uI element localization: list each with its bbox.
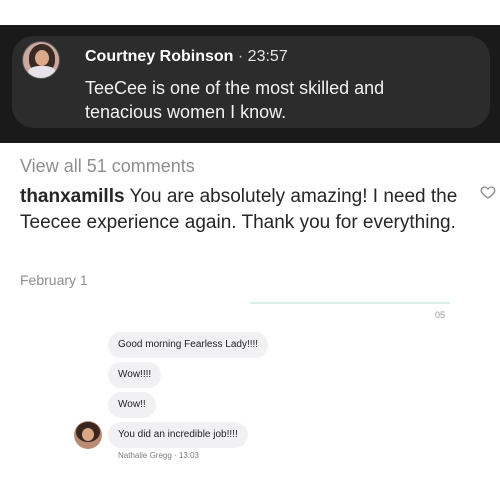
- chat-sender-separator: ·: [174, 451, 177, 460]
- notification-message: TeeCee is one of the most skilled and te…: [85, 78, 385, 122]
- chat-sender-time: 13:03: [178, 451, 199, 460]
- chat-sender-name: Nathalie Gregg: [118, 451, 172, 460]
- chat-sender-line: Nathalie Gregg · 13:03: [118, 451, 199, 460]
- chat-message-bubble: You did an incredible job!!!!: [108, 422, 248, 448]
- notification-time: 23:57: [247, 48, 288, 65]
- notification-separator: ·: [237, 48, 244, 65]
- comment-date: February 1: [20, 272, 88, 288]
- sender-avatar: [22, 41, 60, 79]
- chat-top-time: 05: [435, 310, 446, 320]
- heart-icon[interactable]: [480, 184, 496, 200]
- comment: thanxamills You are absolutely amazing! …: [20, 184, 460, 236]
- chat-message-bubble: Wow!!: [108, 392, 156, 418]
- comment-username[interactable]: thanxamills: [20, 186, 125, 207]
- view-all-comments-link[interactable]: View all 51 comments: [20, 156, 195, 177]
- notification-sender: Courtney Robinson: [85, 48, 234, 65]
- chat-message-bubble: Good morning Fearless Lady!!!!: [108, 332, 269, 358]
- chat-message-bubble: Wow!!!!: [108, 362, 162, 388]
- chat-top-divider: [250, 302, 450, 304]
- chat-sender-avatar: [74, 421, 102, 449]
- notification-title: Courtney Robinson · 23:57: [85, 48, 288, 66]
